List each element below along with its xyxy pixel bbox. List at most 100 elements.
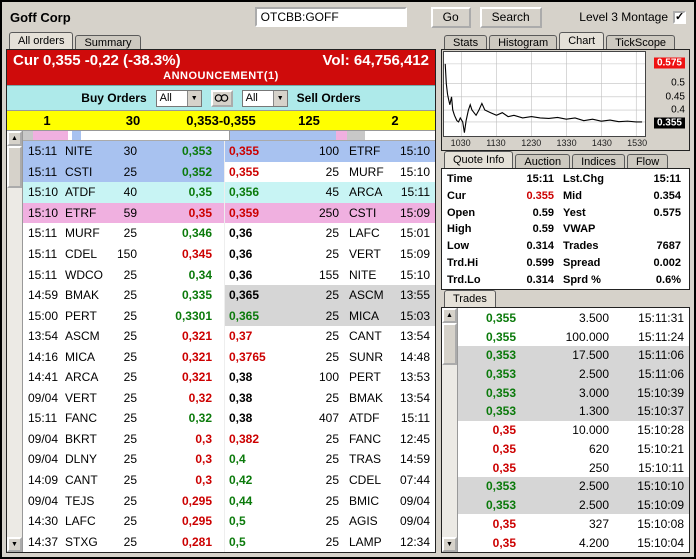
trade-row[interactable]: 0,353 2.500 15:10:10 <box>458 477 689 496</box>
ask-mm: CDEL <box>347 469 393 491</box>
trade-row[interactable]: 0,35 10.000 15:10:28 <box>458 420 689 440</box>
tab-flow[interactable]: Flow <box>626 154 669 169</box>
trade-row[interactable]: 0,353 3.000 15:10:39 <box>458 383 689 403</box>
order-book-row[interactable]: 15:00 PERT 25 0,3301 0,365 25 MICA 15:03 <box>23 305 435 326</box>
bid-mm: VERT <box>63 387 109 409</box>
tab-auction[interactable]: Auction <box>515 154 571 169</box>
bid-price: 0,3 <box>145 449 224 470</box>
trade-row[interactable]: 0,35 4.200 15:10:04 <box>458 533 689 552</box>
order-book-row[interactable]: 14:37 STXG 25 0,281 0,5 25 LAMP 12:34 <box>23 531 435 552</box>
order-book-row[interactable]: 14:16 MICA 25 0,321 0,3765 25 SUNR 14:48 <box>23 346 435 368</box>
info-panel: Stats Histogram Chart TickScope 0.575 0.5 0.4… <box>441 32 690 553</box>
order-book-row[interactable]: 14:41 ARCA 25 0,321 0,38 100 PERT 13:53 <box>23 367 435 388</box>
scroll-up-icon[interactable]: ▲ <box>7 131 22 146</box>
order-book-row[interactable]: 15:11 CSTI 25 0,352 0,355 25 MURF 15:10 <box>23 161 435 183</box>
sell-filter-dropdown[interactable]: All ▼ <box>241 89 288 107</box>
ask-time: 14:48 <box>393 346 435 368</box>
trade-price: 0,353 <box>485 479 516 494</box>
go-button[interactable]: Go <box>430 6 471 28</box>
ask-mm: BMIC <box>347 490 393 511</box>
bid-size: 25 <box>109 264 145 285</box>
quote-label: Trd.Hi <box>447 257 479 270</box>
trade-row[interactable]: 0,353 17.500 15:11:06 <box>458 345 689 365</box>
chart-x-label: 1230 <box>521 138 542 149</box>
ask-time: 15:10 <box>393 264 435 285</box>
ask-size: 25 <box>303 161 347 183</box>
order-book-row[interactable]: 15:11 CDEL 150 0,345 0,36 25 VERT 15:09 <box>23 243 435 265</box>
order-book-row[interactable]: 14:09 CANT 25 0,3 0,42 25 CDEL 07:44 <box>23 469 435 491</box>
bid-mm: LAFC <box>63 510 109 532</box>
scroll-up-icon[interactable]: ▲ <box>442 308 457 324</box>
order-book-row[interactable]: 15:11 WDCO 25 0,34 0,36 155 NITE 15:10 <box>23 264 435 285</box>
order-book-row[interactable]: 13:54 ASCM 25 0,321 0,37 25 CANT 13:54 <box>23 325 435 347</box>
trade-price: 0,355 <box>485 310 516 325</box>
order-book-row[interactable]: 14:59 BMAK 25 0,335 0,365 25 ASCM 13:55 <box>23 284 435 306</box>
order-book-row[interactable]: 15:11 FANC 25 0,32 0,38 407 ATDF 15:11 <box>23 408 435 429</box>
order-book-column: 15:11 NITE 30 0,353 0,355 100 ETRF 15:10 15:11 CS… <box>23 131 435 552</box>
trades-scrollbar[interactable]: ▲ ▼ <box>442 308 458 552</box>
tab-indices[interactable]: Indices <box>572 154 625 169</box>
scroll-down-icon[interactable]: ▼ <box>442 537 457 552</box>
tab-quote-info[interactable]: Quote Info <box>444 151 514 169</box>
link-filters-button[interactable] <box>210 89 233 107</box>
book-scroll-track[interactable] <box>7 188 22 537</box>
ask-mm: VERT <box>347 243 393 265</box>
order-book-row[interactable]: 09/04 VERT 25 0,32 0,38 25 BMAK 13:54 <box>23 387 435 409</box>
ask-mm: SUNR <box>347 346 393 368</box>
order-book-row[interactable]: 09/04 BKRT 25 0,3 0,382 25 FANC 12:45 <box>23 428 435 450</box>
order-book-row[interactable]: 09/04 TEJS 25 0,295 0,44 25 BMIC 09/04 <box>23 490 435 511</box>
ask-time: 13:54 <box>393 387 435 409</box>
trades-scroll-track[interactable] <box>442 365 457 537</box>
trade-row[interactable]: 0,353 2.500 15:10:09 <box>458 495 689 515</box>
chevron-down-icon[interactable]: ▼ <box>186 90 201 106</box>
level3-montage-checkbox[interactable]: ✓ <box>673 10 686 24</box>
tab-tickscope[interactable]: TickScope <box>606 35 676 49</box>
ask-price: 0,382 <box>224 428 303 450</box>
trade-price: 0,353 <box>485 385 516 400</box>
bid-mm: PERT <box>63 305 109 326</box>
trade-price: 0,353 <box>485 404 516 419</box>
tab-histogram[interactable]: Histogram <box>489 35 558 49</box>
ask-price: 0,37 <box>224 325 303 347</box>
order-book-row[interactable]: 15:11 NITE 30 0,353 0,355 100 ETRF 15:10 <box>23 141 435 162</box>
ask-time: 15:01 <box>393 223 435 244</box>
trade-row[interactable]: 0,353 2.500 15:11:06 <box>458 364 689 384</box>
order-book-row[interactable]: 14:30 LAFC 25 0,295 0,5 25 AGIS 09/04 <box>23 510 435 532</box>
tab-stats[interactable]: Stats <box>444 35 488 49</box>
bid-price: 0,346 <box>145 223 224 244</box>
ticker-header: Cur 0,355 -0,22 (-38.3%) Vol: 64,756,412… <box>7 50 435 85</box>
depth-segment <box>365 131 435 140</box>
trade-row[interactable]: 0,355 3.500 15:11:31 <box>458 308 689 328</box>
trade-row[interactable]: 0,355 100.000 15:11:24 <box>458 327 689 346</box>
book-scrollbar[interactable]: ▲ ▼ <box>7 131 23 552</box>
ask-mm: BMAK <box>347 387 393 409</box>
tab-chart[interactable]: Chart <box>559 32 605 49</box>
trade-row[interactable]: 0,35 327 15:10:08 <box>458 514 689 534</box>
tab-trades[interactable]: Trades <box>444 290 496 308</box>
scroll-down-icon[interactable]: ▼ <box>7 537 22 552</box>
order-book-row[interactable]: 15:10 ATDF 40 0,35 0,356 45 ARCA 15:11 <box>23 182 435 203</box>
announcement-banner[interactable]: ANNOUNCEMENT(1) <box>13 69 429 84</box>
chart-y-label: 0.575 <box>653 57 685 69</box>
trade-row[interactable]: 0,35 250 15:10:11 <box>458 458 689 478</box>
search-button[interactable]: Search <box>479 6 542 28</box>
order-book-row[interactable]: 09/04 DLNY 25 0,3 0,4 25 TRAS 14:59 <box>23 449 435 470</box>
tab-summary[interactable]: Summary <box>75 35 141 49</box>
trade-row[interactable]: 0,353 1.300 15:10:37 <box>458 402 689 421</box>
quote-label: VWAP <box>563 223 596 236</box>
book-scroll-thumb[interactable] <box>7 146 22 188</box>
tab-all-orders[interactable]: All orders <box>9 32 74 49</box>
buy-filter-dropdown[interactable]: All ▼ <box>155 89 202 107</box>
ask-time: 09/04 <box>393 490 435 511</box>
chevron-down-icon[interactable]: ▼ <box>272 90 287 106</box>
trade-row[interactable]: 0,35 620 15:10:21 <box>458 439 689 459</box>
ask-size: 25 <box>303 387 347 409</box>
trades-scroll-thumb[interactable] <box>442 323 457 366</box>
bid-size: 25 <box>109 346 145 368</box>
bid-price: 0,295 <box>145 510 224 532</box>
symbol-input[interactable] <box>254 7 407 27</box>
bid-size: 25 <box>109 325 145 347</box>
order-book-row[interactable]: 15:10 ETRF 59 0,35 0,359 250 CSTI 15:09 <box>23 202 435 224</box>
ask-time: 13:54 <box>393 325 435 347</box>
order-book-row[interactable]: 15:11 MURF 25 0,346 0,36 25 LAFC 15:01 <box>23 223 435 244</box>
